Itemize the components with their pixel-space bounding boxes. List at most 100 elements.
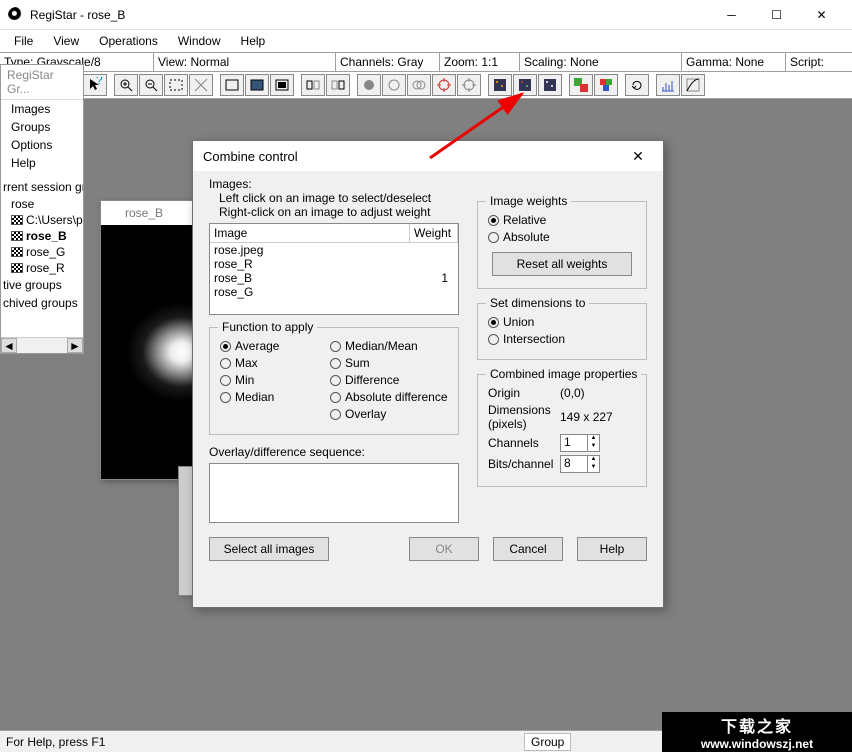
side-panel-title: RegiStar Gr...: [1, 65, 83, 100]
tb-fullscreen[interactable]: [245, 74, 269, 96]
tb-mosaic2[interactable]: [513, 74, 537, 96]
step-down-icon[interactable]: ▼: [588, 464, 599, 472]
sp-group-rose[interactable]: rose: [1, 196, 83, 212]
help-button[interactable]: Help: [577, 537, 647, 561]
menu-operations[interactable]: Operations: [89, 32, 168, 50]
tb-split[interactable]: [594, 74, 618, 96]
images-table[interactable]: Image Weight rose.jpeg rose_R rose_B1 ro…: [209, 223, 459, 315]
close-button[interactable]: ✕: [799, 1, 844, 29]
radio-sum[interactable]: Sum: [330, 356, 448, 370]
toolbar: ? ?: [0, 72, 852, 99]
tb-circle2[interactable]: [382, 74, 406, 96]
status-help: For Help, press F1: [6, 735, 105, 749]
tb-circles[interactable]: [407, 74, 431, 96]
scroll-left-icon[interactable]: ◄: [1, 338, 17, 353]
props-legend: Combined image properties: [486, 367, 641, 381]
step-up-icon[interactable]: ▲: [588, 435, 599, 443]
select-all-button[interactable]: Select all images: [209, 537, 329, 561]
menu-file[interactable]: File: [4, 32, 43, 50]
sp-scrollbar[interactable]: ◄ ►: [1, 337, 83, 353]
menu-bar: File View Operations Window Help: [0, 30, 852, 52]
tb-crop[interactable]: [189, 74, 213, 96]
tb-combine-rgb[interactable]: [569, 74, 593, 96]
minimize-button[interactable]: ─: [709, 1, 754, 29]
sp-groups[interactable]: Groups: [1, 118, 83, 136]
sp-file-rose-b[interactable]: rose_B: [1, 228, 83, 244]
bits-stepper[interactable]: 8▲▼: [560, 455, 600, 473]
sp-active-groups: tive groups: [1, 276, 83, 294]
sp-file-rose-g[interactable]: rose_G: [1, 244, 83, 260]
info-zoom: Zoom: 1:1: [440, 53, 520, 71]
radio-overlay[interactable]: Overlay: [330, 407, 448, 421]
ok-button[interactable]: OK: [409, 537, 479, 561]
menu-help[interactable]: Help: [231, 32, 276, 50]
tb-next[interactable]: [326, 74, 350, 96]
col-weight[interactable]: Weight: [410, 224, 458, 242]
sequence-list[interactable]: [209, 463, 459, 523]
tb-rotate[interactable]: [625, 74, 649, 96]
info-view: View: Normal: [154, 53, 336, 71]
cancel-button[interactable]: Cancel: [493, 537, 563, 561]
tb-prev[interactable]: [301, 74, 325, 96]
prop-dims-value: 149 x 227: [560, 410, 613, 424]
tb-target2[interactable]: [457, 74, 481, 96]
table-row[interactable]: rose_G: [210, 285, 458, 299]
tb-circle1[interactable]: [357, 74, 381, 96]
dialog-title: Combine control: [203, 149, 623, 164]
watermark-text: 下载之家: [721, 713, 793, 737]
step-down-icon[interactable]: ▼: [588, 443, 599, 451]
tb-zoom-out[interactable]: [139, 74, 163, 96]
table-row[interactable]: rose_B1: [210, 271, 458, 285]
dialog-close-button[interactable]: ✕: [623, 148, 653, 165]
tb-histogram[interactable]: [656, 74, 680, 96]
hint-select: Left click on an image to select/deselec…: [209, 191, 459, 205]
table-row[interactable]: rose.jpeg: [210, 243, 458, 257]
sp-images[interactable]: Images: [1, 100, 83, 118]
hint-weight: Right-click on an image to adjust weight: [209, 205, 459, 219]
props-group: Combined image properties Origin(0,0) Di…: [477, 374, 647, 487]
watermark: 下载之家 www.windowszj.net: [662, 712, 852, 752]
tb-channel[interactable]: [270, 74, 294, 96]
sp-current-session: rrent session group: [1, 178, 83, 196]
table-row[interactable]: rose_R: [210, 257, 458, 271]
step-up-icon[interactable]: ▲: [588, 456, 599, 464]
channels-stepper[interactable]: 1▲▼: [560, 434, 600, 452]
sp-archived-groups: chived groups: [1, 294, 83, 312]
radio-absolute[interactable]: Absolute: [488, 230, 636, 244]
radio-average[interactable]: Average: [220, 339, 330, 353]
maximize-button[interactable]: ☐: [754, 1, 799, 29]
side-panel: RegiStar Gr... Images Groups Options Hel…: [0, 64, 84, 354]
watermark-url: www.windowszj.net: [701, 737, 813, 751]
radio-intersection[interactable]: Intersection: [488, 332, 636, 346]
info-row: Type: Grayscale/8 View: Normal Channels:…: [0, 52, 852, 72]
dimensions-group: Set dimensions to Union Intersection: [477, 303, 647, 360]
tb-mosaic3[interactable]: [538, 74, 562, 96]
sp-help[interactable]: Help: [1, 154, 83, 172]
radio-min[interactable]: Min: [220, 373, 330, 387]
radio-relative[interactable]: Relative: [488, 213, 636, 227]
radio-max[interactable]: Max: [220, 356, 330, 370]
reset-weights-button[interactable]: Reset all weights: [492, 252, 632, 276]
dialog-titlebar[interactable]: Combine control ✕: [193, 141, 663, 171]
tb-show-all[interactable]: [220, 74, 244, 96]
scroll-right-icon[interactable]: ►: [67, 338, 83, 353]
function-legend: Function to apply: [218, 320, 317, 334]
radio-absdiff[interactable]: Absolute difference: [330, 390, 448, 404]
app-icon: [8, 7, 24, 23]
tb-zoom-fit[interactable]: [164, 74, 188, 96]
col-image[interactable]: Image: [210, 224, 410, 242]
tb-curves[interactable]: [681, 74, 705, 96]
menu-window[interactable]: Window: [168, 32, 231, 50]
radio-medianmean[interactable]: Median/Mean: [330, 339, 448, 353]
sp-options[interactable]: Options: [1, 136, 83, 154]
sp-file-rose-r[interactable]: rose_R: [1, 260, 83, 276]
menu-view[interactable]: View: [43, 32, 89, 50]
tb-target1[interactable]: [432, 74, 456, 96]
radio-difference[interactable]: Difference: [330, 373, 448, 387]
tb-pointer-help[interactable]: ?: [83, 74, 107, 96]
radio-median[interactable]: Median: [220, 390, 330, 404]
sp-group-path[interactable]: C:\Users\pc: [1, 212, 83, 228]
tb-mosaic1[interactable]: [488, 74, 512, 96]
tb-zoom-in[interactable]: [114, 74, 138, 96]
radio-union[interactable]: Union: [488, 315, 636, 329]
